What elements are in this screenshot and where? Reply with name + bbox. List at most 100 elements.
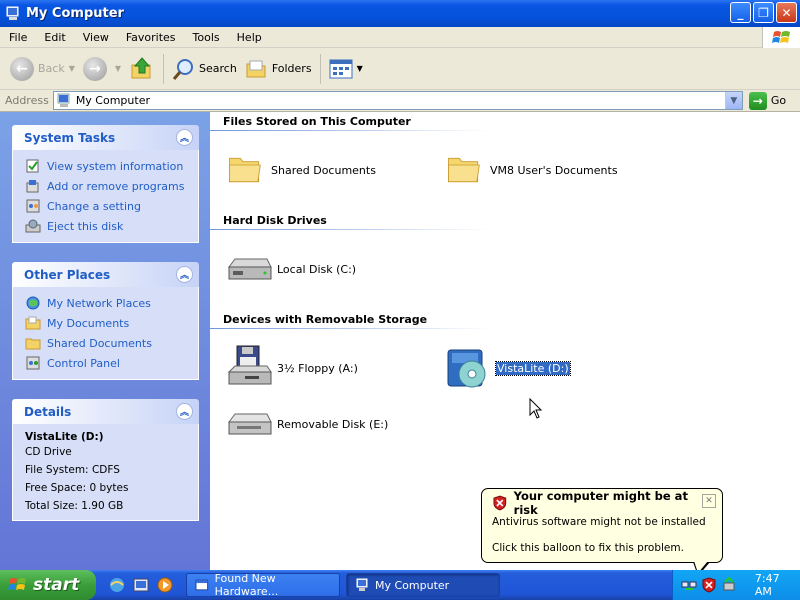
drive-local-disk-c[interactable]: Local Disk (C:) bbox=[225, 245, 356, 293]
place-shared-documents[interactable]: Shared Documents bbox=[25, 333, 198, 353]
folder-shared-documents[interactable]: Shared Documents bbox=[227, 146, 376, 194]
security-alert-icon[interactable] bbox=[701, 577, 717, 593]
address-dropdown-icon[interactable]: ▼ bbox=[724, 92, 742, 109]
item-label: 3½ Floppy (A:) bbox=[277, 361, 358, 375]
collapse-icon[interactable]: ︽ bbox=[176, 403, 193, 420]
balloon-close-button[interactable]: ✕ bbox=[702, 494, 716, 508]
media-player-icon[interactable] bbox=[156, 576, 174, 594]
folder-vm8-users-documents[interactable]: VM8 User's Documents bbox=[446, 146, 618, 194]
details-type: CD Drive bbox=[25, 446, 72, 458]
system-tray: 7:47 AM bbox=[672, 570, 800, 600]
windows-logo-icon bbox=[762, 27, 800, 48]
toolbar: ← Back ▼ → ▼ Search Folders ▼ bbox=[0, 48, 800, 90]
other-places-box: Other Places ︽ My Network Places My Docu… bbox=[12, 262, 199, 380]
network-places-icon bbox=[26, 296, 40, 310]
add-remove-programs-icon bbox=[26, 180, 39, 193]
internet-explorer-icon[interactable] bbox=[108, 576, 126, 594]
group-header: Hard Disk Drives bbox=[223, 214, 327, 227]
menu-tools[interactable]: Tools bbox=[184, 31, 228, 44]
place-my-documents[interactable]: My Documents bbox=[25, 313, 198, 333]
system-tasks-header[interactable]: System Tasks ︽ bbox=[12, 125, 199, 150]
security-shield-icon bbox=[493, 495, 507, 511]
taskbar-my-computer[interactable]: My Computer bbox=[346, 573, 500, 597]
shared-documents-icon bbox=[25, 338, 41, 350]
clock[interactable]: 7:47 AM bbox=[755, 572, 800, 598]
control-panel-icon bbox=[26, 199, 40, 213]
window-title: My Computer bbox=[26, 6, 124, 21]
start-label: start bbox=[33, 575, 80, 595]
place-control-panel[interactable]: Control Panel bbox=[25, 353, 198, 373]
drive-vistalite-d[interactable]: VistaLite (D:) bbox=[444, 344, 571, 392]
drive-removable-disk-e[interactable]: Removable Disk (E:) bbox=[225, 400, 388, 448]
place-my-network-places[interactable]: My Network Places bbox=[25, 293, 198, 313]
task-label: Change a setting bbox=[47, 199, 141, 213]
views-button[interactable]: ▼ bbox=[325, 52, 367, 86]
menu-file[interactable]: File bbox=[0, 31, 35, 44]
safely-remove-hardware-icon[interactable] bbox=[721, 577, 737, 593]
task-change-setting[interactable]: Change a setting bbox=[25, 196, 198, 216]
search-label: Search bbox=[199, 62, 237, 75]
group-divider bbox=[210, 229, 490, 230]
back-dropdown-icon[interactable]: ▼ bbox=[69, 64, 75, 73]
folder-icon bbox=[448, 157, 480, 183]
menu-view[interactable]: View bbox=[74, 31, 117, 44]
item-label: Local Disk (C:) bbox=[277, 262, 357, 276]
task-label: View system information bbox=[47, 159, 184, 173]
toolbar-separator bbox=[319, 53, 321, 84]
item-label: VistaLite (D:) bbox=[495, 360, 571, 376]
group-header: Files Stored on This Computer bbox=[223, 115, 411, 128]
other-places-header[interactable]: Other Places ︽ bbox=[12, 262, 199, 287]
place-label: Shared Documents bbox=[47, 336, 152, 350]
toolbar-separator bbox=[163, 53, 165, 84]
back-button[interactable]: ← Back ▼ bbox=[6, 52, 79, 86]
cd-drive-icon bbox=[447, 349, 486, 388]
my-computer-icon bbox=[356, 578, 368, 591]
search-button[interactable]: Search bbox=[168, 52, 241, 86]
collapse-icon[interactable]: ︽ bbox=[176, 129, 193, 146]
menu-favorites[interactable]: Favorites bbox=[117, 31, 184, 44]
collapse-icon[interactable]: ︽ bbox=[176, 266, 193, 283]
go-arrow-icon: → bbox=[748, 91, 767, 110]
menu-help[interactable]: Help bbox=[228, 31, 270, 44]
folders-button[interactable]: Folders bbox=[241, 52, 316, 86]
address-field[interactable]: My Computer ▼ bbox=[52, 91, 743, 110]
removable-disk-icon bbox=[228, 413, 272, 435]
start-button[interactable]: start bbox=[0, 570, 96, 600]
system-tasks-box: System Tasks ︽ View system information A… bbox=[12, 125, 199, 243]
details-free-space: Free Space: 0 bytes bbox=[25, 482, 129, 494]
hard-disk-icon bbox=[228, 258, 272, 280]
task-label: Add or remove programs bbox=[47, 179, 185, 193]
balloon-message: Antivirus software might not be installe… bbox=[492, 516, 706, 528]
details-name: VistaLite (D:) bbox=[25, 431, 104, 443]
quick-launch bbox=[108, 576, 174, 594]
task-add-remove-programs[interactable]: Add or remove programs bbox=[25, 176, 198, 196]
minimize-button[interactable]: _ bbox=[730, 2, 751, 23]
drive-floppy-a[interactable]: 3½ Floppy (A:) bbox=[225, 344, 358, 392]
item-label: Shared Documents bbox=[271, 163, 376, 177]
maximize-button[interactable]: ❐ bbox=[753, 2, 774, 23]
system-tasks-title: System Tasks bbox=[24, 130, 116, 145]
network-connection-icon[interactable] bbox=[681, 577, 697, 593]
taskbar-found-new-hardware[interactable]: Found New Hardware... bbox=[186, 572, 340, 598]
close-button[interactable]: ✕ bbox=[776, 2, 797, 23]
go-button[interactable]: → Go bbox=[748, 91, 786, 110]
place-label: My Network Places bbox=[47, 296, 151, 310]
place-label: My Documents bbox=[47, 316, 130, 330]
menu-edit[interactable]: Edit bbox=[35, 31, 73, 44]
my-computer-icon bbox=[57, 93, 70, 107]
show-desktop-icon[interactable] bbox=[132, 576, 150, 594]
task-eject-disk[interactable]: Eject this disk bbox=[25, 216, 198, 236]
forward-button[interactable]: → ▼ bbox=[79, 52, 125, 86]
windows-flag-icon bbox=[8, 578, 26, 590]
up-folder-button[interactable] bbox=[125, 52, 159, 86]
details-header[interactable]: Details ︽ bbox=[12, 399, 199, 424]
balloon-action: Click this balloon to fix this problem. bbox=[492, 542, 684, 554]
task-view-system-information[interactable]: View system information bbox=[25, 156, 198, 176]
taskbar: start Found New Hardware... My Computer … bbox=[0, 570, 800, 600]
item-label: Removable Disk (E:) bbox=[277, 417, 389, 431]
security-balloon[interactable]: Your computer might be at risk ✕ Antivir… bbox=[481, 488, 723, 563]
folder-icon bbox=[229, 157, 261, 183]
title-bar: My Computer _ ❐ ✕ bbox=[0, 0, 800, 27]
window-icon bbox=[195, 579, 209, 591]
forward-dropdown-icon[interactable]: ▼ bbox=[115, 64, 121, 73]
